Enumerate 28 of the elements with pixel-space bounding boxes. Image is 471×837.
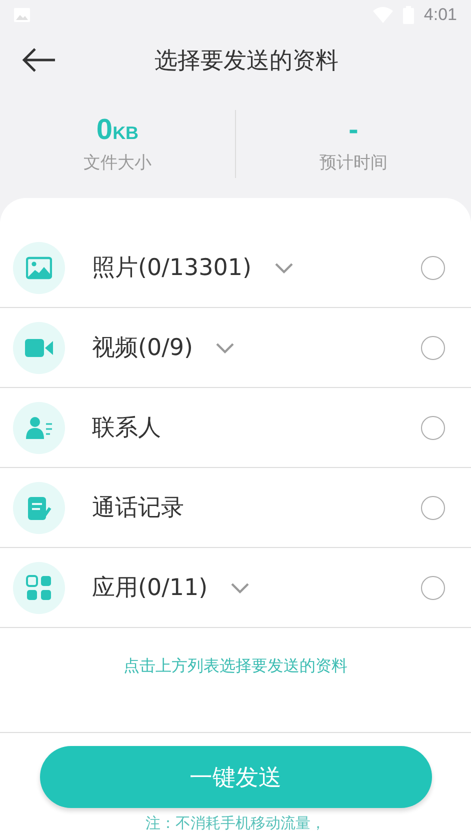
stat-label: 预计时间 <box>320 152 388 174</box>
stat-label: 文件大小 <box>84 152 152 174</box>
category-label[interactable]: 照片(0/13301) <box>92 252 252 283</box>
page-title: 选择要发送的资料 <box>154 46 340 76</box>
chevron-down-icon[interactable] <box>214 342 235 354</box>
notepad-icon <box>13 482 65 534</box>
select-radio[interactable] <box>421 576 445 600</box>
note-text: 注：不消耗手机移动流量， <box>146 814 326 833</box>
status-time: 4:01 <box>424 5 457 25</box>
category-label[interactable]: 视频(0/9) <box>92 332 193 363</box>
chevron-down-icon[interactable] <box>230 582 250 594</box>
chevron-down-icon[interactable] <box>274 262 294 274</box>
category-label[interactable]: 应用(0/11) <box>92 572 208 603</box>
image-icon <box>13 242 65 294</box>
select-radio[interactable] <box>421 256 445 280</box>
select-radio[interactable] <box>421 496 445 520</box>
hint-text: 点击上方列表选择要发送的资料 <box>122 656 348 677</box>
stat-value: - <box>348 114 358 147</box>
image-notification-icon <box>14 8 30 22</box>
video-camera-icon <box>13 322 65 374</box>
select-radio[interactable] <box>421 336 445 360</box>
category-label[interactable]: 联系人 <box>92 412 161 443</box>
stat-value: 0KB <box>96 114 139 147</box>
category-label[interactable]: 通话记录 <box>92 492 184 523</box>
back-arrow-icon[interactable] <box>22 47 56 73</box>
select-radio[interactable] <box>421 416 445 440</box>
app-grid-icon <box>13 562 65 614</box>
contact-card-icon <box>13 402 65 454</box>
